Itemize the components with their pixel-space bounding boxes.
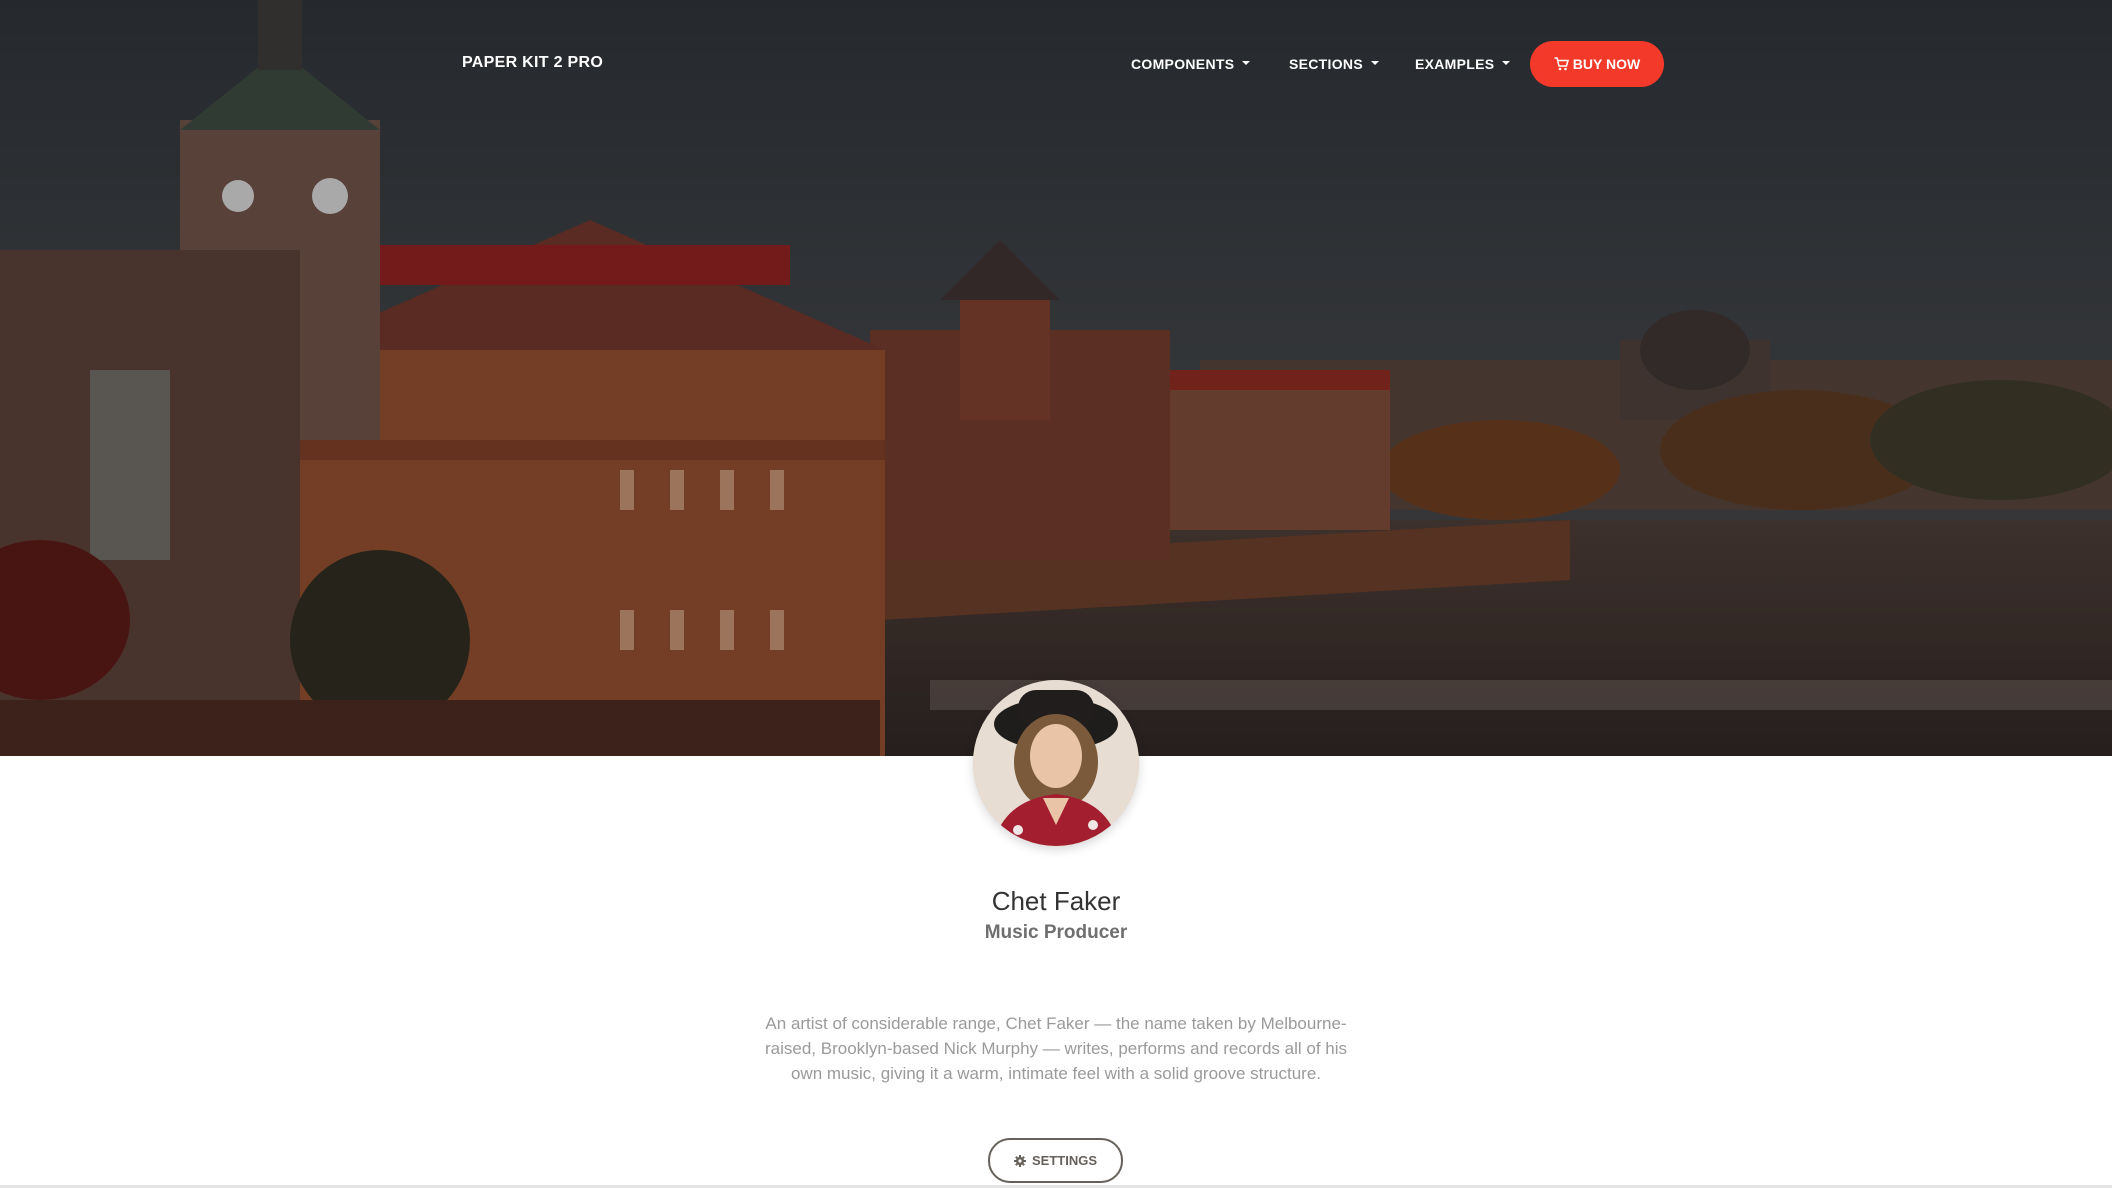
brand-logo-link[interactable]: PAPER KIT 2 PRO <box>462 54 603 72</box>
nav-examples-dropdown[interactable]: EXAMPLES <box>1415 56 1511 72</box>
profile-name: Chet Faker <box>991 886 1121 916</box>
profile-bio: An artist of considerable range, Chet Fa… <box>765 1014 1347 1083</box>
nav-examples-label: EXAMPLES <box>1415 56 1495 72</box>
nav-components-label: COMPONENTS <box>1131 56 1235 72</box>
buy-now-label: BUY NOW <box>1572 56 1641 72</box>
caret-down-icon <box>1242 61 1251 65</box>
nav-sections-label: SECTIONS <box>1289 56 1363 72</box>
top-navbar: PAPER KIT 2 PRO COMPONENTS SECTIONS EXAM… <box>0 0 2112 128</box>
settings-label: SETTINGS <box>1031 1153 1097 1168</box>
nav-sections-dropdown[interactable]: SECTIONS <box>1289 56 1379 72</box>
profile-title: Music Producer <box>984 922 1128 943</box>
profile-avatar <box>973 680 1139 846</box>
gear-icon <box>1013 1154 1026 1167</box>
caret-down-icon <box>1370 61 1379 65</box>
nav-components-dropdown[interactable]: COMPONENTS <box>1131 56 1251 72</box>
shopping-cart-icon <box>1554 57 1569 71</box>
caret-down-icon <box>1502 61 1511 65</box>
buy-now-button[interactable]: BUY NOW <box>1530 41 1664 87</box>
avatar-portrait-image <box>973 680 1139 846</box>
settings-button[interactable]: SETTINGS <box>988 1138 1123 1183</box>
